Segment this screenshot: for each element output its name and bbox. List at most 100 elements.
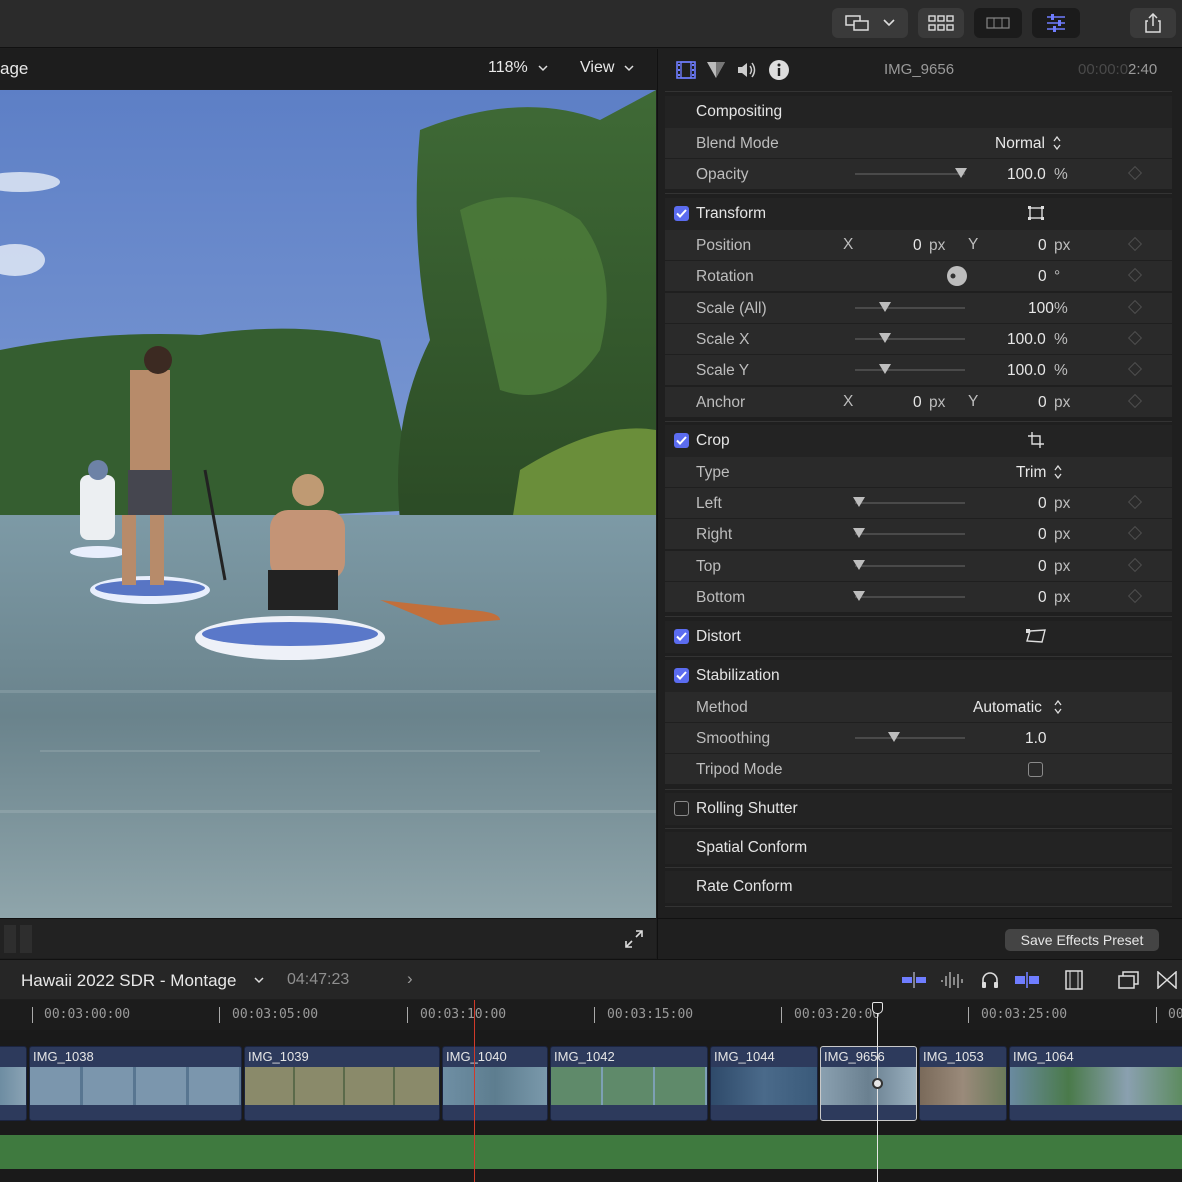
stabilization-method-popup[interactable]: Automatic: [973, 699, 1042, 717]
smoothing-slider[interactable]: [855, 732, 965, 742]
audio-waveform-icon[interactable]: [940, 970, 964, 995]
save-effects-preset-button[interactable]: Save Effects Preset: [1005, 929, 1159, 951]
rate-conform-section-header[interactable]: Rate Conform: [665, 871, 1172, 903]
video-tab-icon[interactable]: [676, 61, 696, 84]
snapping-icon[interactable]: [1014, 972, 1040, 993]
keyframe-icon[interactable]: [1127, 525, 1143, 541]
slider-knob[interactable]: [879, 302, 891, 312]
tripod-mode-checkbox[interactable]: [1028, 762, 1043, 777]
crop-bottom-value[interactable]: 0: [1038, 589, 1047, 607]
crop-top-value[interactable]: 0: [1038, 558, 1047, 576]
position-x-value[interactable]: 0: [913, 237, 922, 255]
slider-knob[interactable]: [888, 732, 900, 742]
timeline-clip[interactable]: [0, 1046, 27, 1121]
transport-control[interactable]: [4, 925, 16, 953]
compositing-section-header[interactable]: Compositing: [665, 96, 1172, 128]
viewer-video-frame[interactable]: [0, 90, 656, 918]
playhead-handle[interactable]: [872, 1002, 883, 1014]
distort-overlay-icon[interactable]: [1026, 629, 1046, 648]
layout-menu-button[interactable]: [832, 8, 908, 38]
transport-control[interactable]: [20, 925, 32, 953]
scale-x-slider[interactable]: [855, 333, 965, 343]
timeline-ruler[interactable]: 00:03:00:00 00:03:05:00 00:03:10:00 00:0…: [0, 1000, 1182, 1030]
anchor-y-value[interactable]: 0: [1038, 394, 1047, 412]
keyframe-icon[interactable]: [1127, 494, 1143, 510]
scale-all-slider[interactable]: [855, 302, 965, 312]
crop-left-value[interactable]: 0: [1038, 495, 1047, 513]
scale-all-value[interactable]: 100: [1028, 300, 1054, 318]
crop-right-slider[interactable]: [853, 528, 965, 538]
transform-checkbox[interactable]: [674, 206, 689, 221]
inspector-toggle-button[interactable]: [1032, 8, 1080, 38]
timeline-clip[interactable]: IMG_1040: [442, 1046, 548, 1121]
crop-section-header[interactable]: Crop: [665, 425, 1172, 457]
slider-knob[interactable]: [879, 333, 891, 343]
rolling-shutter-section-header[interactable]: Rolling Shutter: [665, 793, 1172, 825]
keyframe-icon[interactable]: [1127, 299, 1143, 315]
audio-tab-icon[interactable]: [736, 60, 758, 85]
clip-appearance-icon[interactable]: [901, 972, 927, 993]
smoothing-value[interactable]: 1.0: [1025, 730, 1047, 748]
transform-section-header[interactable]: Transform: [665, 198, 1172, 230]
spatial-conform-section-header[interactable]: Spatial Conform: [665, 832, 1172, 864]
timeline-clip[interactable]: IMG_1039: [244, 1046, 440, 1121]
timeline-clip[interactable]: IMG_1042: [550, 1046, 708, 1121]
zoom-menu[interactable]: 118%: [488, 59, 548, 77]
keyframe-icon[interactable]: [1127, 557, 1143, 573]
crop-left-slider[interactable]: [853, 497, 965, 507]
chevron-down-icon[interactable]: [254, 971, 264, 987]
timeline-forward-icon[interactable]: ›: [407, 969, 413, 989]
timeline-clip-selected[interactable]: IMG_9656: [820, 1046, 917, 1121]
timeline-clip[interactable]: IMG_1064: [1009, 1046, 1182, 1121]
browser-button[interactable]: [918, 8, 964, 38]
rolling-shutter-checkbox[interactable]: [674, 801, 689, 816]
scale-y-slider[interactable]: [855, 364, 965, 374]
slider-knob[interactable]: [853, 497, 865, 507]
view-menu[interactable]: View: [580, 59, 634, 77]
distort-section-header[interactable]: Distort: [665, 621, 1172, 653]
headphones-icon[interactable]: [980, 970, 1000, 995]
audio-track[interactable]: [0, 1135, 1182, 1169]
rotation-value[interactable]: 0: [1038, 268, 1047, 286]
rotation-dial[interactable]: [946, 265, 968, 292]
transitions-icon[interactable]: [1157, 970, 1177, 994]
keyframe-icon[interactable]: [1127, 165, 1143, 181]
slider-knob[interactable]: [955, 168, 967, 178]
scale-y-value[interactable]: 100.0: [1007, 362, 1046, 380]
stabilization-checkbox[interactable]: [674, 668, 689, 683]
timeline-clip[interactable]: IMG_1053: [919, 1046, 1007, 1121]
keyframe-icon[interactable]: [1127, 588, 1143, 604]
slider-knob[interactable]: [853, 528, 865, 538]
crop-bottom-slider[interactable]: [853, 591, 965, 601]
timeline-clip[interactable]: IMG_1044: [710, 1046, 818, 1121]
color-tab-icon[interactable]: [706, 61, 726, 84]
crop-overlay-icon[interactable]: [1028, 432, 1044, 453]
slider-knob[interactable]: [879, 364, 891, 374]
crop-checkbox[interactable]: [674, 433, 689, 448]
crop-type-popup[interactable]: Trim: [1016, 464, 1046, 482]
crop-right-value[interactable]: 0: [1038, 526, 1047, 544]
opacity-slider[interactable]: [855, 168, 967, 178]
blend-mode-popup[interactable]: Normal: [995, 135, 1045, 153]
opacity-value[interactable]: 100.0: [1007, 166, 1046, 184]
fullscreen-icon[interactable]: [624, 929, 644, 954]
keyframe-icon[interactable]: [1127, 330, 1143, 346]
transform-overlay-icon[interactable]: [1028, 206, 1044, 225]
project-name[interactable]: Hawaii 2022 SDR - Montage: [21, 971, 236, 991]
scale-x-value[interactable]: 100.0: [1007, 331, 1046, 349]
position-y-value[interactable]: 0: [1038, 237, 1047, 255]
anchor-x-value[interactable]: 0: [913, 394, 922, 412]
playhead[interactable]: [872, 1002, 883, 1182]
crop-top-slider[interactable]: [853, 560, 965, 570]
slider-knob[interactable]: [853, 560, 865, 570]
timeline-index-icon[interactable]: [1118, 970, 1140, 995]
info-tab-icon[interactable]: [768, 59, 790, 86]
timeline-clip[interactable]: IMG_1038: [29, 1046, 242, 1121]
stabilization-section-header[interactable]: Stabilization: [665, 660, 1172, 692]
keyframe-icon[interactable]: [1127, 393, 1143, 409]
filmstrip-icon[interactable]: [1064, 970, 1084, 995]
distort-checkbox[interactable]: [674, 629, 689, 644]
share-button[interactable]: [1130, 8, 1176, 38]
keyframe-icon[interactable]: [1127, 361, 1143, 377]
timeline-button[interactable]: [974, 8, 1022, 38]
